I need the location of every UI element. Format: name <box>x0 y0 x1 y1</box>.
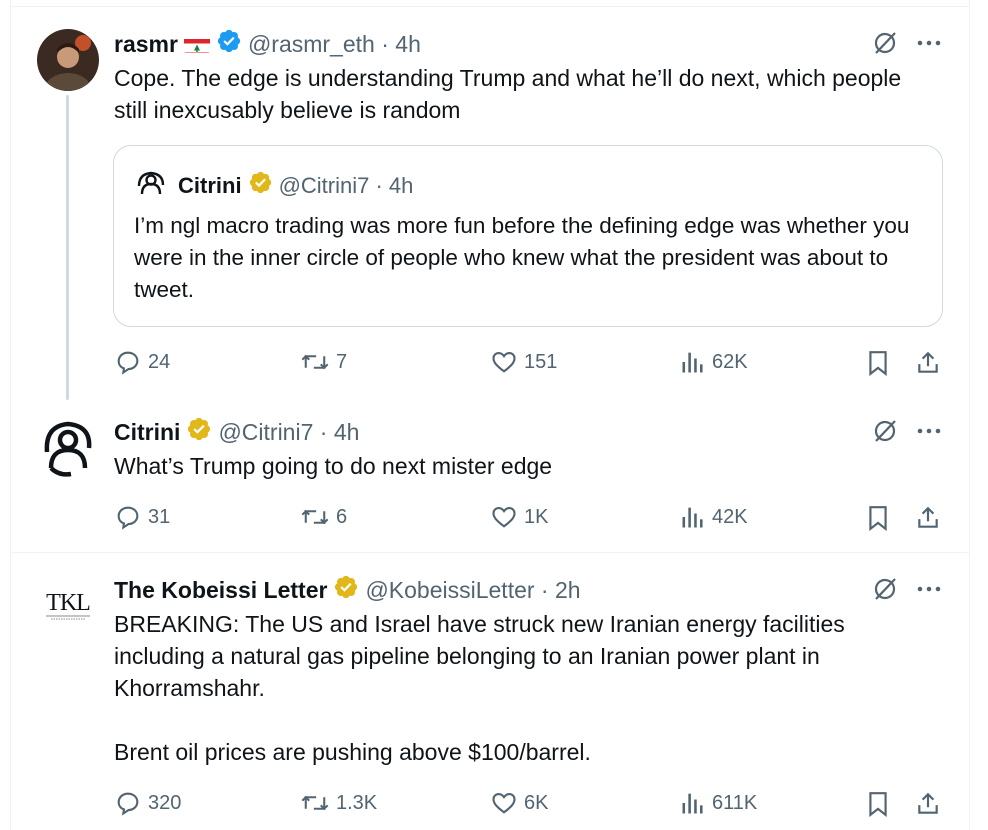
like-button[interactable]: 151 <box>490 348 557 376</box>
grok-icon[interactable] <box>870 416 900 446</box>
reply-count: 320 <box>148 791 182 814</box>
views-count: 62K <box>712 350 748 373</box>
repost-count: 7 <box>336 350 348 373</box>
views-icon <box>682 352 703 373</box>
author-handle[interactable]: @rasmr_eth <box>248 30 375 58</box>
reply-button[interactable]: 320 <box>114 789 181 817</box>
author-name[interactable]: Citrini <box>114 418 180 446</box>
more-icon[interactable] <box>914 576 944 602</box>
like-icon <box>492 792 516 814</box>
like-count: 151 <box>524 350 558 373</box>
reply-count: 31 <box>148 505 171 528</box>
repost-count: 6 <box>336 505 348 528</box>
avatar[interactable] <box>37 418 99 480</box>
share-icon[interactable] <box>914 349 942 377</box>
repost-button[interactable]: 1.3K <box>300 789 377 817</box>
more-icon[interactable] <box>914 30 944 56</box>
avatar-logo-text: TKL <box>46 590 90 616</box>
like-button[interactable]: 1K <box>490 503 548 531</box>
like-count: 1K <box>524 505 549 528</box>
separator-dot: · <box>374 31 396 57</box>
quote-author-name[interactable]: Citrini <box>178 172 242 200</box>
reply-count: 24 <box>148 350 171 373</box>
author-handle[interactable]: @KobeissiLetter <box>365 576 534 604</box>
views-icon <box>682 793 703 814</box>
thread-line <box>66 95 69 400</box>
reply-icon <box>117 792 139 816</box>
more-icon[interactable] <box>914 418 944 444</box>
reply-icon <box>117 506 139 530</box>
author-name[interactable]: The Kobeissi Letter <box>114 576 327 604</box>
timestamp[interactable]: 4h <box>395 30 421 58</box>
quote-header: Citrini @Citrini7 · 4h <box>178 170 413 202</box>
repost-icon <box>301 509 329 525</box>
grok-icon[interactable] <box>870 574 900 604</box>
separator-dot: · <box>534 577 555 603</box>
quote-author-handle[interactable]: @Citrini7 <box>279 172 370 200</box>
top-divider <box>10 6 970 7</box>
author-name[interactable]: rasmr <box>114 30 178 58</box>
like-count: 6K <box>524 791 549 814</box>
tweet-text: What’s Trump going to do next mister edg… <box>114 453 553 479</box>
verified-gold-badge-icon <box>333 574 359 606</box>
timestamp[interactable]: 2h <box>555 576 581 604</box>
quote-timestamp[interactable]: 4h <box>389 172 413 200</box>
grok-icon[interactable] <box>870 28 900 58</box>
repost-button[interactable]: 6 <box>300 503 347 531</box>
views-count: 611K <box>712 791 758 814</box>
author-handle[interactable]: @Citrini7 <box>218 418 313 446</box>
verified-gold-badge-icon <box>248 170 273 202</box>
timestamp[interactable]: 4h <box>334 418 360 446</box>
tweet-divider <box>10 552 970 553</box>
reply-icon <box>117 351 139 375</box>
tweet-header: The Kobeissi Letter @KobeissiLetter · 2h <box>114 574 581 606</box>
share-icon[interactable] <box>914 504 942 532</box>
reply-button[interactable]: 24 <box>114 348 170 376</box>
reply-button[interactable]: 31 <box>114 503 170 531</box>
like-icon <box>492 506 516 528</box>
verified-gold-badge-icon <box>186 416 212 448</box>
verified-badge-icon <box>216 28 242 60</box>
repost-icon <box>301 795 329 811</box>
separator-dot: · <box>313 419 334 445</box>
tweet-header: rasmr @rasmr_eth · 4h <box>114 28 421 60</box>
repost-icon <box>301 354 329 370</box>
tweet-header: Citrini @Citrini7 · 4h <box>114 416 359 448</box>
lebanon-flag-icon <box>183 35 210 53</box>
views-button[interactable]: 42K <box>680 503 748 531</box>
separator-dot: · <box>369 173 389 198</box>
tweet-text: Cope. The edge is understanding Trump an… <box>114 65 902 123</box>
avatar[interactable]: TKL <box>37 574 99 636</box>
bookmark-icon[interactable] <box>864 349 892 377</box>
avatar[interactable] <box>136 170 166 200</box>
quoted-tweet[interactable]: Citrini @Citrini7 · 4h I’m ngl macro tra… <box>113 145 943 327</box>
like-icon <box>492 351 516 373</box>
views-button[interactable]: 611K <box>680 789 757 817</box>
views-button[interactable]: 62K <box>680 348 748 376</box>
bookmark-icon[interactable] <box>864 790 892 818</box>
share-icon[interactable] <box>914 790 942 818</box>
tweet-text: BREAKING: The US and Israel have struck … <box>114 611 845 765</box>
repost-count: 1.3K <box>336 791 378 814</box>
bookmark-icon[interactable] <box>864 504 892 532</box>
views-icon <box>682 507 703 528</box>
views-count: 42K <box>712 505 748 528</box>
avatar[interactable] <box>37 29 99 91</box>
like-button[interactable]: 6K <box>490 789 548 817</box>
repost-button[interactable]: 7 <box>300 348 347 376</box>
quote-text: I’m ngl macro trading was more fun befor… <box>134 213 910 302</box>
